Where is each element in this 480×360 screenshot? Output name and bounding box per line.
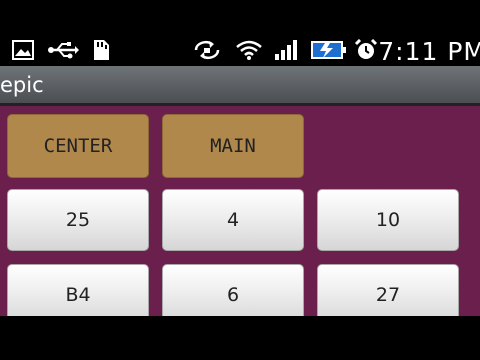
button-4[interactable]: 4 [162, 189, 304, 251]
status-time: 7:11 PM [378, 37, 480, 66]
main-button[interactable]: MAIN [162, 114, 304, 178]
wifi-icon [234, 39, 264, 61]
button-10[interactable]: 10 [317, 189, 459, 251]
sd-card-icon [90, 39, 112, 61]
alarm-icon [352, 39, 380, 61]
letterbox-bottom [0, 316, 480, 360]
sync-icon [190, 39, 224, 61]
usb-icon [46, 39, 80, 61]
image-icon [10, 39, 36, 61]
title-bar: epic [0, 66, 480, 106]
letterbox-top [0, 0, 480, 34]
battery-charging-icon [310, 39, 348, 61]
signal-icon [272, 39, 302, 61]
app-title: epic [0, 73, 44, 97]
button-25[interactable]: 25 [7, 189, 149, 251]
button-grid: CENTER MAIN 25 4 10 B4 6 27 [0, 106, 480, 326]
status-bar: 7:11 PM [0, 34, 480, 66]
center-button[interactable]: CENTER [7, 114, 149, 178]
